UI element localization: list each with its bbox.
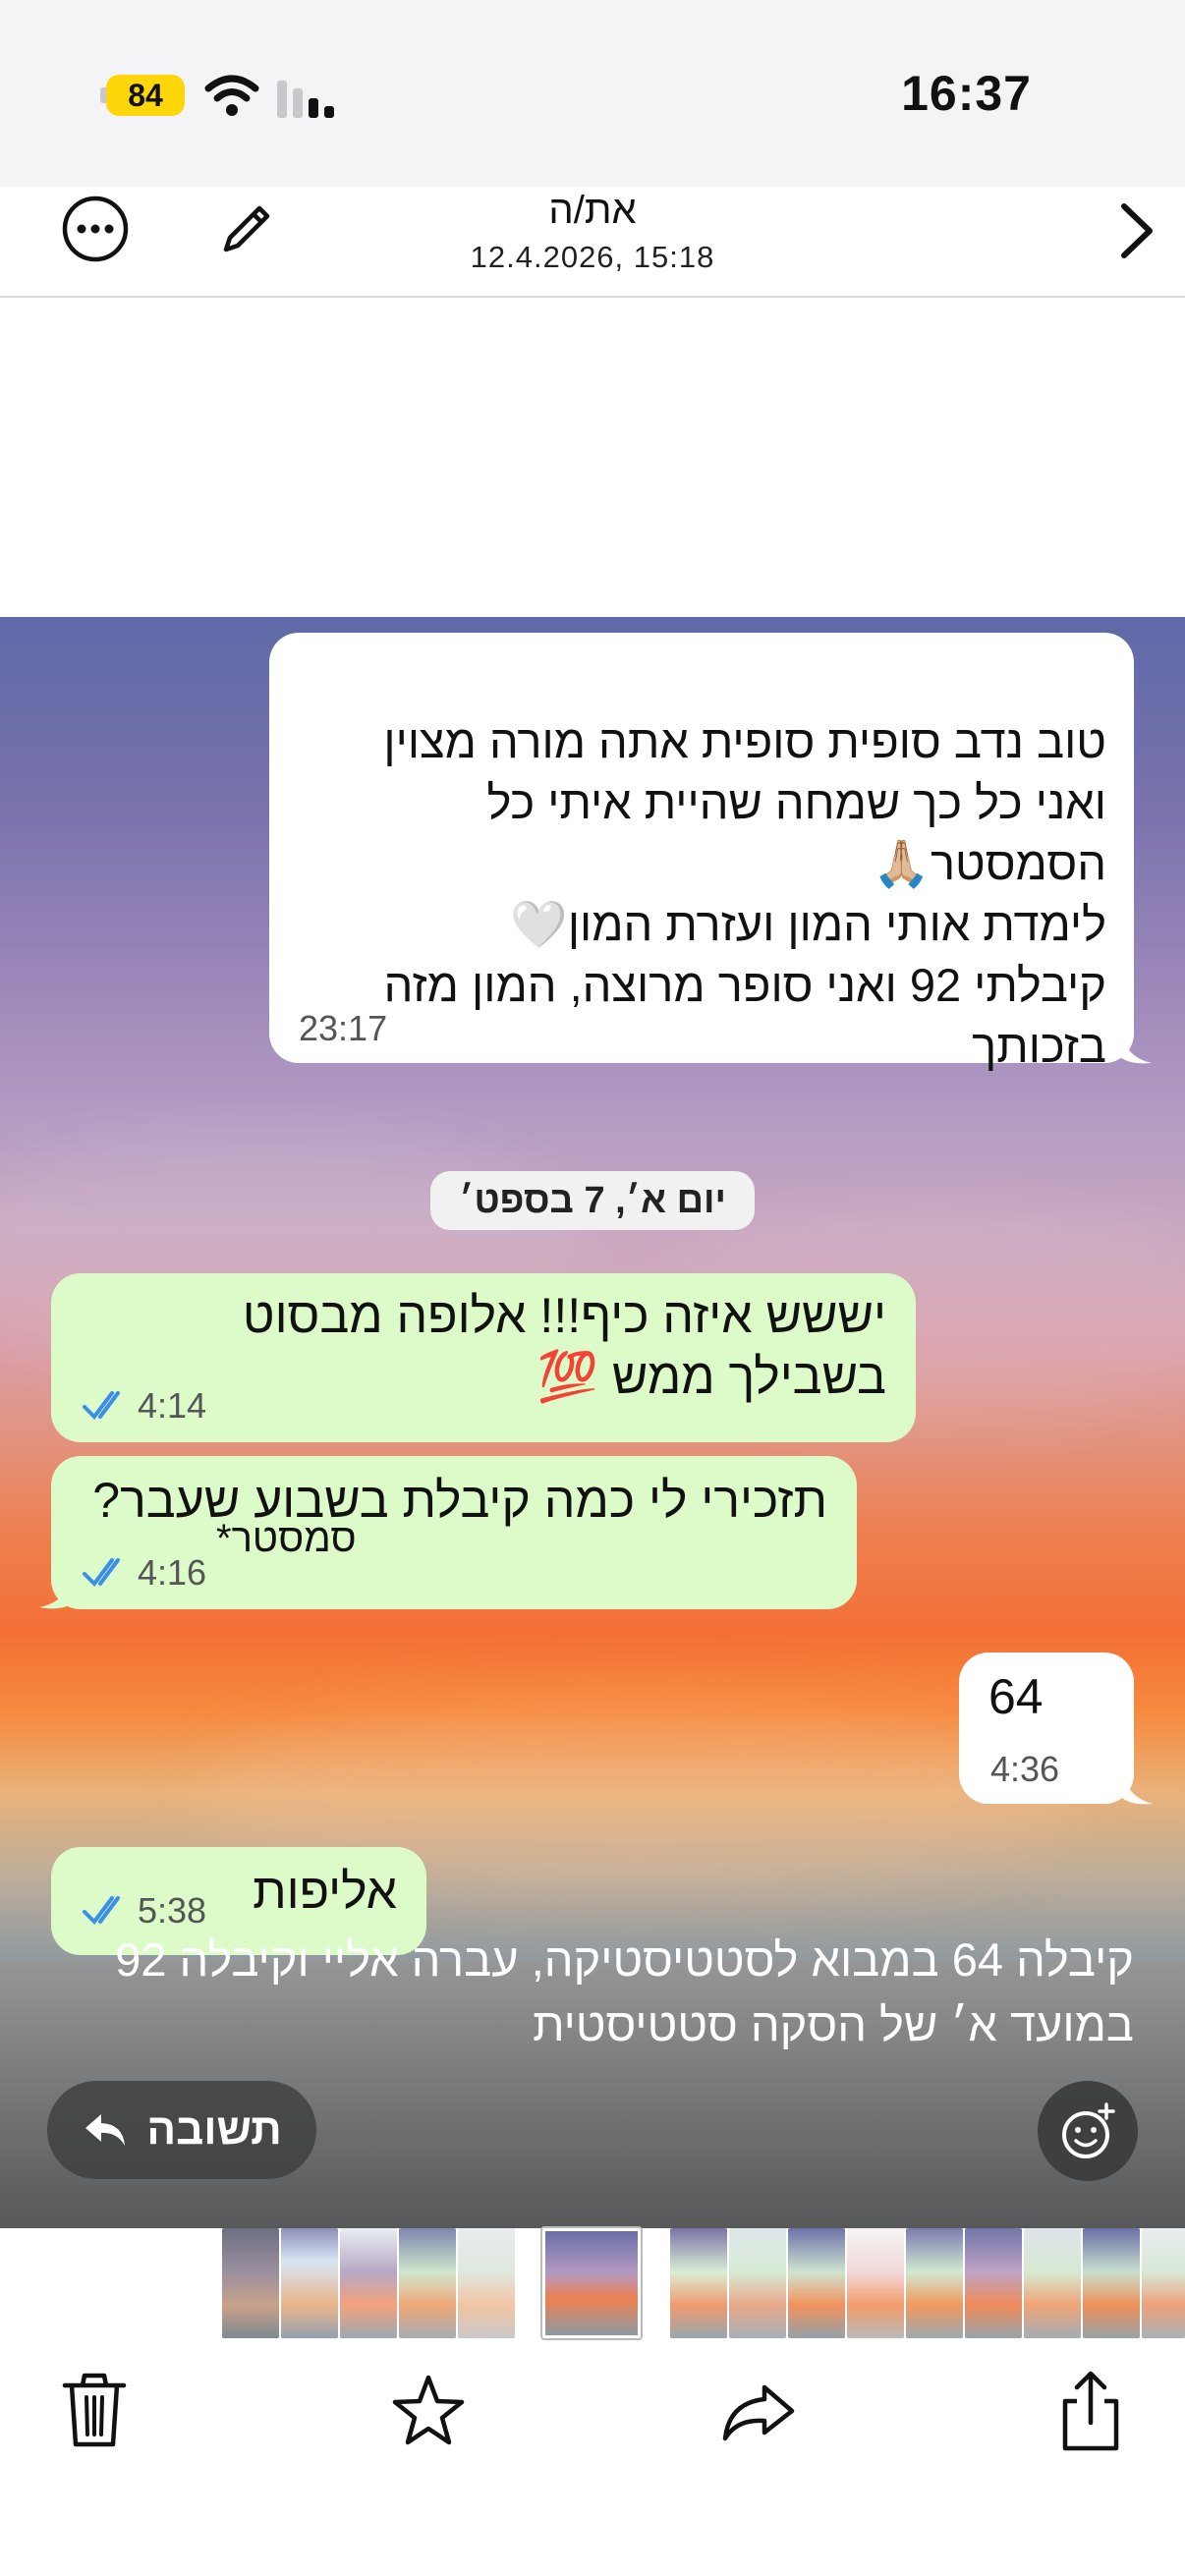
cellular-signal-icon <box>277 81 334 118</box>
thumbnail-strip[interactable] <box>0 2226 1185 2356</box>
share-icon[interactable] <box>1051 2368 1130 2452</box>
thumbnail[interactable] <box>670 2228 727 2338</box>
bubble-tail <box>1120 1028 1152 1064</box>
trash-icon[interactable] <box>55 2368 134 2452</box>
thumbnail[interactable] <box>1083 2228 1140 2338</box>
date-separator: יום א׳, 7 בספט׳ <box>430 1171 755 1230</box>
message-time: 4:14 <box>138 1385 207 1426</box>
thumbnail[interactable] <box>965 2228 1022 2338</box>
correction-note: סמסטר* <box>216 1517 357 1560</box>
thumbnail[interactable] <box>399 2228 456 2338</box>
battery-indicator: 84 <box>106 75 185 116</box>
thumbnail[interactable] <box>788 2228 845 2338</box>
thumbnail[interactable] <box>222 2228 279 2338</box>
message-time: 4:36 <box>990 1749 1060 1789</box>
wifi-icon <box>204 75 259 116</box>
read-receipt-icon <box>83 1896 120 1926</box>
forward-arrow-icon[interactable] <box>719 2368 798 2452</box>
thumbnail[interactable] <box>281 2228 338 2338</box>
message-text: טוב נדב סופית סופית אתה מורה מצוין ואני … <box>383 715 1106 1072</box>
thumbnail[interactable] <box>906 2228 963 2338</box>
message-text: יששש איזה כיף!!! אלופה מבסוט בשבילך ממש … <box>242 1288 886 1404</box>
reply-arrow-icon <box>85 2114 126 2146</box>
thumbnail-selected[interactable] <box>540 2226 643 2340</box>
bubble-tail <box>39 1572 73 1609</box>
read-receipt-icon <box>83 1391 120 1421</box>
message-bubble-incoming[interactable]: טוב נדב סופית סופית אתה מורה מצוין ואני … <box>269 633 1134 1072</box>
page-title: את/ה <box>548 189 637 232</box>
thumbnail[interactable] <box>458 2228 515 2338</box>
thumbnail[interactable] <box>340 2228 397 2338</box>
message-time: 4:16 <box>138 1552 207 1593</box>
chevron-right-icon[interactable] <box>1114 198 1157 263</box>
add-reaction-icon[interactable] <box>1038 2081 1138 2181</box>
page-subtitle-date: 12.4.2026, 15:18 <box>470 240 715 274</box>
reply-button[interactable]: תשובה <box>47 2081 316 2179</box>
read-receipt-icon <box>83 1558 120 1588</box>
photo-caption[interactable]: קיבלה 64 במבוא לסטטיסטיקה, עברה אליי וקי… <box>39 1928 1134 2057</box>
thumbnail[interactable] <box>1024 2228 1081 2338</box>
status-time: 16:37 <box>901 66 1032 121</box>
reply-label: תשובה <box>146 2105 282 2154</box>
message-text: תזכירי לי כמה קיבלת בשבוע שעבר? <box>92 1473 827 1528</box>
message-text: 64 <box>988 1669 1044 1724</box>
message-time: 5:38 <box>138 1890 207 1931</box>
thumbnail[interactable] <box>729 2228 786 2338</box>
thumbnail[interactable] <box>847 2228 904 2338</box>
header-divider <box>0 296 1185 298</box>
bubble-tail <box>1122 1768 1154 1805</box>
message-time: 23:17 <box>299 1008 388 1048</box>
thumbnail[interactable] <box>1142 2228 1185 2338</box>
star-icon[interactable] <box>389 2368 468 2452</box>
